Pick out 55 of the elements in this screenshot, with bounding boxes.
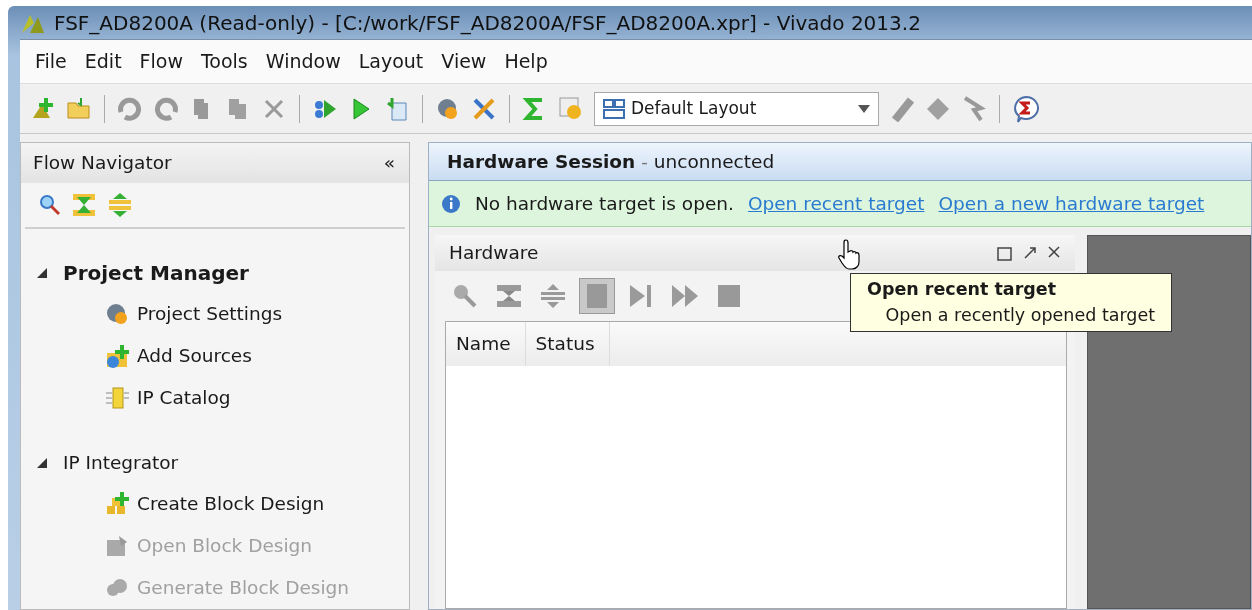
menu-item[interactable]: Window — [256, 47, 350, 76]
column-header[interactable]: Status — [525, 322, 610, 366]
expanded-triangle-icon[interactable] — [37, 268, 47, 278]
expanded-triangle-icon[interactable] — [37, 458, 47, 468]
stop-icon — [715, 282, 743, 310]
info-message: No hardware target is open. — [475, 191, 734, 216]
link[interactable]: Open a new hardware target — [938, 189, 1205, 218]
menu-item[interactable]: Flow — [130, 47, 192, 76]
probe-icon[interactable] — [889, 95, 915, 122]
menu-item[interactable]: Tools — [191, 47, 257, 76]
menu-item[interactable]: Help — [495, 47, 557, 76]
menu-item[interactable]: File — [26, 47, 76, 76]
link[interactable]: Open recent target — [747, 189, 925, 218]
nav-item[interactable]: IP Catalog — [137, 384, 231, 412]
title-separator: - — [641, 149, 648, 174]
create-icon[interactable] — [105, 492, 129, 516]
undo-icon[interactable] — [117, 95, 143, 122]
ip-icon[interactable] — [105, 386, 129, 410]
collapse-icon — [495, 282, 523, 310]
search-icon[interactable] — [39, 194, 61, 216]
panel-title: Flow Navigator — [33, 151, 172, 176]
menu-item[interactable]: View — [432, 47, 496, 76]
diamond-icon[interactable] — [925, 95, 951, 122]
maximize-icon[interactable] — [996, 245, 1013, 261]
speech-bubble-icon[interactable] — [1012, 94, 1040, 123]
redo-icon[interactable] — [153, 95, 179, 122]
menu-item[interactable]: Edit — [75, 47, 131, 76]
column-header[interactable]: Name — [446, 322, 526, 366]
run-icon — [671, 282, 699, 310]
section-header[interactable]: IP Integrator — [63, 449, 179, 477]
layout-icon — [603, 98, 625, 119]
info-icon — [441, 193, 461, 214]
layout-select[interactable]: Default Layout — [594, 91, 879, 126]
collapse-button[interactable]: « — [383, 149, 395, 177]
panel-title: Hardware — [449, 241, 539, 266]
view-tool-button[interactable] — [579, 278, 615, 314]
nav-item[interactable]: Create Block Design — [137, 490, 325, 518]
menu-item[interactable]: Layout — [349, 47, 433, 76]
dropdown-caret-icon — [858, 104, 870, 113]
open-folder-icon[interactable] — [66, 95, 92, 122]
session-status: unconnected — [653, 149, 775, 174]
nav-item[interactable]: Add Sources — [137, 342, 252, 370]
expand-icon — [539, 282, 567, 310]
open-icon — [105, 534, 129, 558]
add-icon[interactable] — [105, 344, 129, 368]
window-title: FSF_AD8200A (Read-only) - [C:/work/FSF_AD8200A/FSF_AD8200A.xpr] - Vivado 2013.2 — [54, 9, 921, 37]
panel-title: Hardware Session — [447, 149, 636, 174]
section-header[interactable]: Project Manager — [63, 258, 249, 288]
tooltip-title: Open recent target — [867, 278, 1058, 301]
collapse-all-icon[interactable] — [71, 192, 97, 218]
tooltip-text: Open a recently opened target — [884, 304, 1156, 328]
expand-all-icon[interactable] — [107, 192, 133, 218]
search-icon — [451, 282, 479, 310]
nav-item[interactable]: Project Settings — [137, 300, 283, 328]
close-icon[interactable] — [1047, 245, 1061, 259]
